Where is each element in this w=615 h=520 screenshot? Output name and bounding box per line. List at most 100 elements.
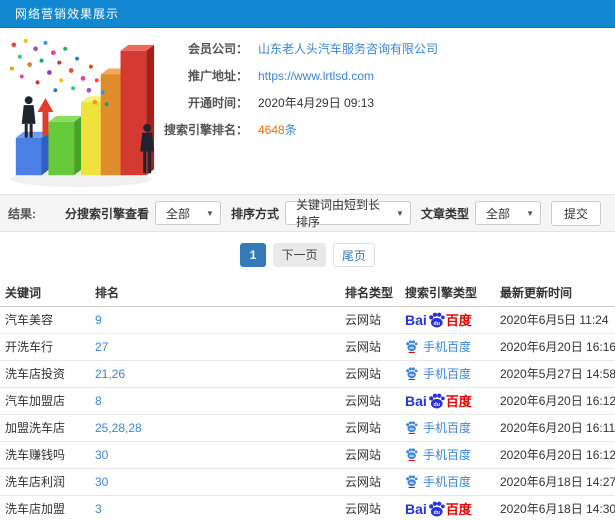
article-type-value: 全部 xyxy=(485,206,510,221)
baidu-chinese-text: 百度 xyxy=(445,502,472,517)
company-link[interactable]: 山东老人头汽车服务咨询有限公司 xyxy=(258,36,438,63)
mobile-baidu-logo: du 手机百度 xyxy=(405,473,471,490)
table-row: 洗车店加盟 3 云网站 Bai du 百度 2020年6月18日 14:30 xyxy=(0,495,615,520)
table-row: 开洗车行 27 云网站 du 手机百度 2020年6月20日 16:16 xyxy=(0,333,615,361)
time-cell: 2020年6月18日 14:30 xyxy=(495,495,615,520)
rank-count-value: 4648条 xyxy=(258,117,297,144)
keyword-cell: 洗车店加盟 xyxy=(0,495,90,520)
rank-cell[interactable]: 9 xyxy=(90,306,340,334)
baidu-bai-text: Bai xyxy=(405,392,427,409)
keyword-cell: 洗车店投资 xyxy=(0,360,90,388)
mobile-baidu-paw-icon: du xyxy=(406,339,418,353)
time-cell: 2020年6月18日 14:27 xyxy=(495,468,615,496)
keyword-cell: 洗车赚钱吗 xyxy=(0,441,90,469)
rank-type-cell: 云网站 xyxy=(340,306,400,334)
header-rank-type: 排名类型 xyxy=(340,280,400,307)
baidu-chinese-text: 百度 xyxy=(445,394,472,409)
article-type-select[interactable]: 全部 ▼ xyxy=(474,201,541,225)
table-row: 洗车店投资 21,26 云网站 du 手机百度 2020年5月27日 14:58 xyxy=(0,360,615,388)
baidu-bai-text: Bai xyxy=(405,311,427,328)
header-update-time: 最新更新时间 xyxy=(495,280,615,307)
info-row-url: 推广地址： https://www.lrtlsd.com xyxy=(160,63,610,90)
rank-cell[interactable]: 8 xyxy=(90,387,340,415)
chevron-down-icon: ▼ xyxy=(206,208,214,218)
mobile-baidu-logo: du 手机百度 xyxy=(405,338,471,355)
baidu-paw-icon: du xyxy=(428,501,445,516)
mobile-baidu-logo: du 手机百度 xyxy=(405,446,471,463)
mobile-baidu-paw-icon: du xyxy=(406,420,418,434)
mobile-baidu-paw-icon: du xyxy=(406,474,418,488)
engine-filter-select[interactable]: 全部 ▼ xyxy=(154,201,221,225)
result-label: 结果: xyxy=(8,206,36,221)
next-page-button[interactable]: 下一页 xyxy=(273,243,326,267)
sort-select[interactable]: 关键词由短到长排序 ▼ xyxy=(284,198,411,229)
submit-button[interactable]: 提交 xyxy=(550,200,601,226)
rank-cell[interactable]: 25,28,28 xyxy=(90,414,340,442)
info-row-open-time: 开通时间： 2020年4月29日 09:13 xyxy=(160,90,610,117)
bar-chart-image xyxy=(9,38,155,188)
open-time-value: 2020年4月29日 09:13 xyxy=(258,96,375,110)
svg-text:du: du xyxy=(409,427,414,431)
top-title-bar: 网络营销效果展示 xyxy=(0,0,615,28)
engine-cell: Bai du 百度 xyxy=(400,495,495,520)
engine-cell: du 手机百度 xyxy=(400,360,495,388)
page-1-button[interactable]: 1 xyxy=(240,243,267,267)
rank-cell[interactable]: 30 xyxy=(90,441,340,469)
promo-url-label: 推广地址： xyxy=(187,69,248,83)
baidu-logo: Bai du 百度 xyxy=(405,391,472,410)
engine-filter-value: 全部 xyxy=(165,206,190,221)
header-rank: 排名 xyxy=(90,280,340,307)
svg-text:du: du xyxy=(409,373,414,377)
svg-text:du: du xyxy=(433,509,439,515)
rank-type-cell: 云网站 xyxy=(340,387,400,415)
rank-cell[interactable]: 30 xyxy=(90,468,340,496)
mobile-baidu-paw-icon: du xyxy=(406,447,418,461)
results-table-body: 汽车美容 9 云网站 Bai du 百度 2020年6月5日 11:24 开洗车… xyxy=(0,306,615,520)
mobile-baidu-label: 手机百度 xyxy=(423,447,472,462)
time-cell: 2020年6月5日 11:24 xyxy=(495,306,615,334)
rank-cell[interactable]: 27 xyxy=(90,333,340,361)
engine-cell: Bai du 百度 xyxy=(400,306,495,334)
header-engine-type: 搜索引擎类型 xyxy=(400,280,495,307)
engine-filter-label: 分搜索引擎查看 xyxy=(64,206,149,221)
engine-cell: Bai du 百度 xyxy=(400,387,495,415)
time-cell: 2020年6月20日 16:12 xyxy=(495,387,615,415)
rank-cell[interactable]: 21,26 xyxy=(90,360,340,388)
time-cell: 2020年6月20日 16:16 xyxy=(495,333,615,361)
rank-cell[interactable]: 3 xyxy=(90,495,340,520)
chevron-down-icon: ▼ xyxy=(396,208,404,218)
svg-text:du: du xyxy=(433,401,439,407)
pagination: 1 下一页 尾页 xyxy=(0,243,615,267)
baidu-paw-icon: du xyxy=(428,312,445,327)
engine-cell: du 手机百度 xyxy=(400,468,495,496)
rank-count-label: 搜索引擎排名： xyxy=(163,123,248,137)
engine-cell: du 手机百度 xyxy=(400,414,495,442)
company-label: 会员公司： xyxy=(187,42,248,56)
time-cell: 2020年5月27日 14:58 xyxy=(495,360,615,388)
rank-type-cell: 云网站 xyxy=(340,441,400,469)
results-table: 关键词 排名 排名类型 搜索引擎类型 最新更新时间 汽车美容 9 云网站 Bai… xyxy=(0,280,615,520)
rank-type-cell: 云网站 xyxy=(340,468,400,496)
sort-value: 关键词由短到长排序 xyxy=(295,198,380,229)
article-type-label: 文章类型 xyxy=(420,206,469,221)
table-row: 汽车美容 9 云网站 Bai du 百度 2020年6月5日 11:24 xyxy=(0,306,615,334)
table-row: 汽车加盟店 8 云网站 Bai du 百度 2020年6月20日 16:12 xyxy=(0,387,615,415)
mobile-baidu-logo: du 手机百度 xyxy=(405,419,471,436)
table-row: 洗车店利润 30 云网站 du 手机百度 2020年6月18日 14:27 xyxy=(0,468,615,496)
last-page-button[interactable]: 尾页 xyxy=(332,243,375,267)
svg-text:du: du xyxy=(409,346,414,350)
table-row: 洗车赚钱吗 30 云网站 du 手机百度 2020年6月20日 16:12 xyxy=(0,441,615,469)
filter-bar: 结果: 分搜索引擎查看 全部 ▼ 排序方式 关键词由短到长排序 ▼ 文章类型 全… xyxy=(0,194,615,232)
mobile-baidu-logo: du 手机百度 xyxy=(405,365,471,382)
svg-text:du: du xyxy=(409,481,414,485)
rank-type-cell: 云网站 xyxy=(340,333,400,361)
time-cell: 2020年6月20日 16:12 xyxy=(495,441,615,469)
keyword-cell: 汽车加盟店 xyxy=(0,387,90,415)
page-title: 网络营销效果展示 xyxy=(15,7,120,21)
sort-label: 排序方式 xyxy=(230,206,279,221)
member-info: 会员公司： 山东老人头汽车服务咨询有限公司 推广地址： https://www.… xyxy=(160,36,610,144)
chevron-down-icon: ▼ xyxy=(526,208,534,218)
keyword-cell: 开洗车行 xyxy=(0,333,90,361)
promo-url-link[interactable]: https://www.lrtlsd.com xyxy=(258,63,374,90)
rank-type-cell: 云网站 xyxy=(340,360,400,388)
